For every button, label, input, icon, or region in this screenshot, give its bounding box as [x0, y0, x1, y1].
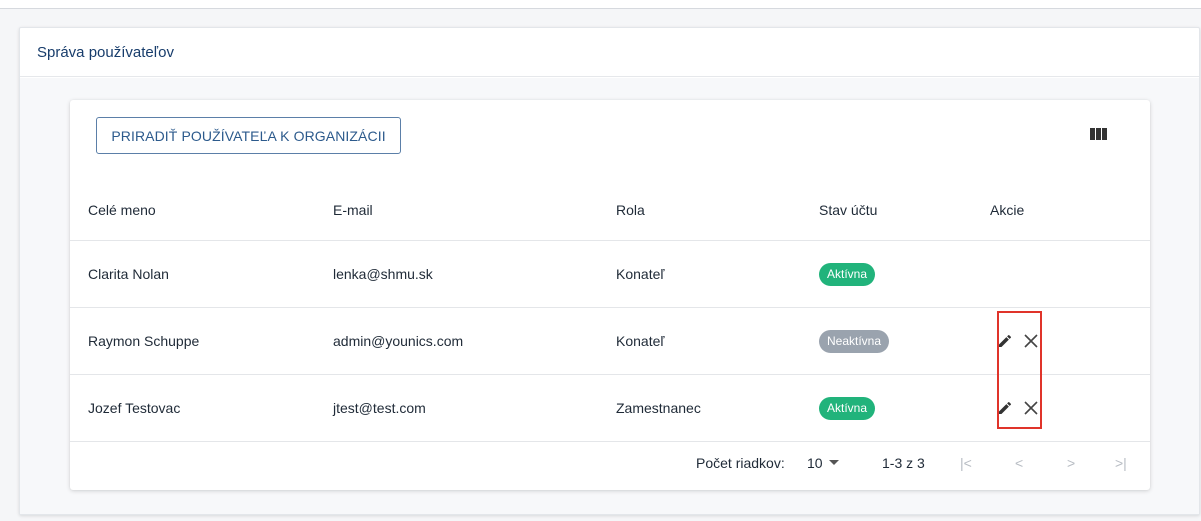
row-actions	[990, 328, 1044, 354]
cell-role: Konateľ	[616, 333, 665, 349]
cell-email: admin@younics.com	[333, 333, 464, 349]
status-badge: Aktívna	[819, 396, 876, 420]
header-account-status[interactable]: Stav účtu	[819, 180, 877, 240]
header-role[interactable]: Rola	[616, 180, 645, 240]
status-badge: Neaktívna	[819, 329, 890, 353]
edit-icon[interactable]	[992, 395, 1018, 421]
user-management-panel: Správa používateľov PRIRADIŤ POUŽÍVATEĽA…	[19, 27, 1200, 515]
rows-per-page-select[interactable]: 10	[807, 436, 839, 490]
rows-per-page-value: 10	[807, 455, 823, 471]
table-row: Clarita Nolan lenka@shmu.sk Konateľ Aktívna	[70, 241, 1150, 308]
cell-full-name: Jozef Testovac	[88, 400, 181, 416]
row-actions	[990, 395, 1044, 421]
close-icon[interactable]	[1018, 395, 1044, 421]
cell-full-name: Clarita Nolan	[88, 266, 169, 282]
top-bar	[0, 0, 1201, 8]
panel-body: PRIRADIŤ POUŽÍVATEĽA K ORGANIZÁCII Celé …	[20, 78, 1199, 514]
header-email[interactable]: E-mail	[333, 180, 373, 240]
cell-account-status: Aktívna	[819, 375, 876, 441]
status-badge: Aktívna	[819, 262, 876, 286]
edit-icon[interactable]	[992, 328, 1018, 354]
column-bar-3	[1102, 128, 1107, 140]
cell-role: Zamestnanec	[616, 400, 701, 416]
cell-email: lenka@shmu.sk	[333, 266, 433, 282]
assign-user-button[interactable]: PRIRADIŤ POUŽÍVATEĽA K ORGANIZÁCII	[96, 117, 401, 154]
column-bar-1	[1090, 128, 1095, 140]
header-full-name[interactable]: Celé meno	[88, 180, 156, 240]
last-page-button[interactable]: >|	[1115, 436, 1127, 490]
column-bar-2	[1096, 128, 1101, 140]
table-row: Raymon Schuppe admin@younics.com Konateľ Ne…	[70, 308, 1150, 375]
cell-actions	[990, 375, 1044, 441]
first-page-button[interactable]: |<	[960, 436, 972, 490]
rows-per-page-label: Počet riadkov:	[696, 455, 785, 471]
table-header: Celé meno E-mail Rola Stav účtu Akcie	[70, 180, 1150, 241]
close-icon[interactable]	[1018, 328, 1044, 354]
header-actions: Akcie	[990, 202, 1025, 218]
next-page-button[interactable]: >	[1067, 436, 1075, 490]
cell-full-name: Raymon Schuppe	[88, 333, 200, 349]
previous-page-button[interactable]: <	[1015, 436, 1023, 490]
cell-account-status: Aktívna	[819, 241, 876, 307]
page-title: Správa používateľov	[37, 43, 174, 61]
cell-actions	[990, 308, 1044, 374]
top-divider	[0, 8, 1201, 9]
view-column-icon[interactable]	[1090, 126, 1108, 142]
table-pagination: Počet riadkov: 10 1-3 z 3 |< < > >|	[70, 436, 1150, 490]
cell-account-status: Neaktívna	[819, 308, 890, 374]
caret-down-icon	[828, 460, 839, 465]
table-row: Jozef Testovac jtest@test.com Zamestnanec A…	[70, 375, 1150, 442]
cell-role: Konateľ	[616, 266, 665, 282]
panel-header: Správa používateľov	[20, 28, 1199, 77]
pagination-range: 1-3 z 3	[882, 455, 925, 471]
users-table-card: PRIRADIŤ POUŽÍVATEĽA K ORGANIZÁCII Celé …	[70, 100, 1150, 490]
cell-email: jtest@test.com	[333, 400, 426, 416]
